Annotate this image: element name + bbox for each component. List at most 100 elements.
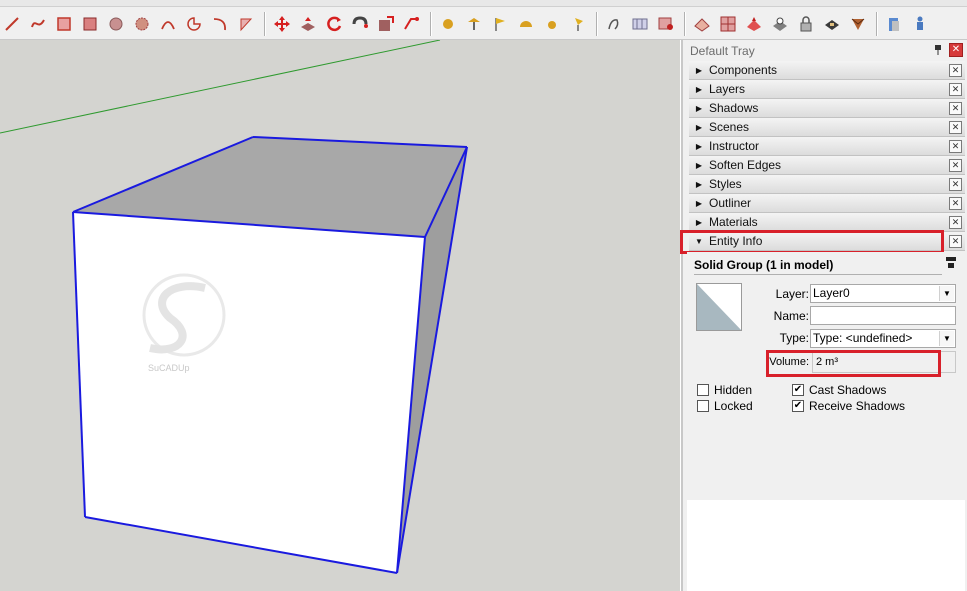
receive-shadows-check-box[interactable]: ✔ bbox=[792, 400, 804, 412]
watermark-text: SuCADUp bbox=[148, 363, 190, 373]
warehouse-icon[interactable] bbox=[768, 12, 792, 36]
person-icon[interactable] bbox=[908, 12, 932, 36]
sphere-icon[interactable] bbox=[436, 12, 460, 36]
panel-soften-edges[interactable]: ▶ Soften Edges ✕ bbox=[689, 156, 965, 175]
toolbar-row bbox=[0, 10, 934, 38]
expand-right-icon[interactable]: ▶ bbox=[692, 180, 706, 189]
scene-canvas[interactable]: SuCADUp bbox=[0, 40, 680, 591]
panel-label: Outliner bbox=[709, 196, 752, 210]
panel-pin-icon[interactable] bbox=[945, 256, 957, 270]
panel-outliner[interactable]: ▶ Outliner ✕ bbox=[689, 194, 965, 213]
panel-entity-info[interactable]: ▼ Entity Info ✕ bbox=[689, 232, 965, 251]
close-icon[interactable]: ✕ bbox=[949, 121, 962, 134]
photo-match-icon[interactable] bbox=[654, 12, 678, 36]
expand-right-icon[interactable]: ▶ bbox=[692, 123, 706, 132]
rotated-rectangle-tool-icon[interactable] bbox=[78, 12, 102, 36]
panel-components[interactable]: ▶ Components ✕ bbox=[689, 61, 965, 80]
chevron-down-icon[interactable]: ▼ bbox=[939, 286, 954, 301]
panel-scenes[interactable]: ▶ Scenes ✕ bbox=[689, 118, 965, 137]
locked-checkbox[interactable]: Locked bbox=[697, 399, 753, 413]
close-icon[interactable]: ✕ bbox=[949, 178, 962, 191]
terrain-icon[interactable] bbox=[742, 12, 766, 36]
hidden-checkbox[interactable]: Hidden bbox=[697, 383, 752, 397]
close-icon[interactable]: ✕ bbox=[949, 216, 962, 229]
close-icon[interactable]: ✕ bbox=[949, 197, 962, 210]
dot-icon[interactable] bbox=[540, 12, 564, 36]
cast-shadows-label: Cast Shadows bbox=[809, 383, 887, 397]
share-model-icon[interactable] bbox=[846, 12, 870, 36]
close-icon[interactable]: ✕ bbox=[949, 140, 962, 153]
expand-right-icon[interactable]: ▶ bbox=[692, 199, 706, 208]
panel-layers[interactable]: ▶ Layers ✕ bbox=[689, 80, 965, 99]
name-input[interactable] bbox=[810, 306, 956, 325]
toolbar-separator bbox=[596, 12, 598, 36]
panel-label: Components bbox=[709, 63, 778, 77]
panel-materials[interactable]: ▶ Materials ✕ bbox=[689, 213, 965, 232]
drawing-viewport[interactable]: SuCADUp bbox=[0, 40, 680, 591]
cube-front-face[interactable] bbox=[73, 212, 425, 573]
close-icon[interactable]: ✕ bbox=[949, 83, 962, 96]
three-point-arc-tool-icon[interactable] bbox=[234, 12, 258, 36]
sky-icon[interactable] bbox=[462, 12, 486, 36]
walk-icon[interactable] bbox=[602, 12, 626, 36]
freehand-tool-icon[interactable] bbox=[26, 12, 50, 36]
chevron-down-icon[interactable]: ▼ bbox=[939, 331, 954, 346]
polygon-tool-icon[interactable] bbox=[130, 12, 154, 36]
push-pull-tool-icon[interactable] bbox=[296, 12, 320, 36]
layer-dropdown[interactable]: Layer0 ▼ bbox=[810, 284, 956, 303]
sandbox-grid-icon[interactable] bbox=[628, 12, 652, 36]
hidden-label: Hidden bbox=[714, 383, 753, 397]
receive-shadows-checkbox[interactable]: ✔ Receive Shadows bbox=[792, 399, 905, 413]
panel-label: Entity Info bbox=[709, 234, 763, 248]
move-tool-icon[interactable] bbox=[270, 12, 294, 36]
pin-icon[interactable] bbox=[933, 44, 943, 56]
layer-stack-icon[interactable] bbox=[882, 12, 906, 36]
rectangle-tool-icon[interactable] bbox=[52, 12, 76, 36]
offset-tool-icon[interactable] bbox=[400, 12, 424, 36]
cast-shadows-check-box[interactable]: ✔ bbox=[792, 384, 804, 396]
material-swatch[interactable] bbox=[696, 283, 742, 331]
two-point-arc-tool-icon[interactable] bbox=[208, 12, 232, 36]
close-icon[interactable]: ✕ bbox=[949, 235, 962, 248]
expand-right-icon[interactable]: ▶ bbox=[692, 104, 706, 113]
expand-right-icon[interactable]: ▶ bbox=[692, 66, 706, 75]
half-sphere-icon[interactable] bbox=[514, 12, 538, 36]
line-tool-icon[interactable] bbox=[0, 12, 24, 36]
cast-shadows-checkbox[interactable]: ✔ Cast Shadows bbox=[792, 383, 886, 397]
close-icon[interactable]: ✕ bbox=[949, 64, 962, 77]
flag-icon[interactable] bbox=[488, 12, 512, 36]
tray-empty-area bbox=[687, 500, 965, 591]
expand-right-icon[interactable]: ▶ bbox=[692, 85, 706, 94]
follow-me-tool-icon[interactable] bbox=[348, 12, 372, 36]
close-icon[interactable]: ✕ bbox=[949, 102, 962, 115]
component-lock-icon[interactable] bbox=[794, 12, 818, 36]
rotate-tool-icon[interactable] bbox=[322, 12, 346, 36]
section-plane-icon[interactable] bbox=[690, 12, 714, 36]
panel-label: Materials bbox=[709, 215, 758, 229]
pin-tool-icon[interactable] bbox=[566, 12, 590, 36]
expand-right-icon[interactable]: ▶ bbox=[692, 218, 706, 227]
layer-value: Layer0 bbox=[813, 286, 850, 300]
panel-styles[interactable]: ▶ Styles ✕ bbox=[689, 175, 965, 194]
arc-tool-icon[interactable] bbox=[156, 12, 180, 36]
close-icon[interactable]: ✕ bbox=[949, 159, 962, 172]
type-dropdown[interactable]: Type: <undefined> ▼ bbox=[810, 329, 956, 348]
circle-tool-icon[interactable] bbox=[104, 12, 128, 36]
scale-tool-icon[interactable] bbox=[374, 12, 398, 36]
locked-check-box[interactable] bbox=[697, 400, 709, 412]
green-axis-line bbox=[0, 40, 441, 134]
panel-instructor[interactable]: ▶ Instructor ✕ bbox=[689, 137, 965, 156]
panel-shadows[interactable]: ▶ Shadows ✕ bbox=[689, 99, 965, 118]
volume-label: Volume: bbox=[769, 356, 809, 368]
expand-down-icon[interactable]: ▼ bbox=[692, 237, 706, 246]
tray-title: Default Tray bbox=[690, 43, 755, 58]
close-icon[interactable]: ✕ bbox=[949, 43, 963, 57]
toolbar-separator bbox=[430, 12, 432, 36]
expand-right-icon[interactable]: ▶ bbox=[692, 142, 706, 151]
pie-tool-icon[interactable] bbox=[182, 12, 206, 36]
extension-icon[interactable] bbox=[820, 12, 844, 36]
panel-label: Soften Edges bbox=[709, 158, 782, 172]
add-location-icon[interactable] bbox=[716, 12, 740, 36]
hidden-check-box[interactable] bbox=[697, 384, 709, 396]
expand-right-icon[interactable]: ▶ bbox=[692, 161, 706, 170]
